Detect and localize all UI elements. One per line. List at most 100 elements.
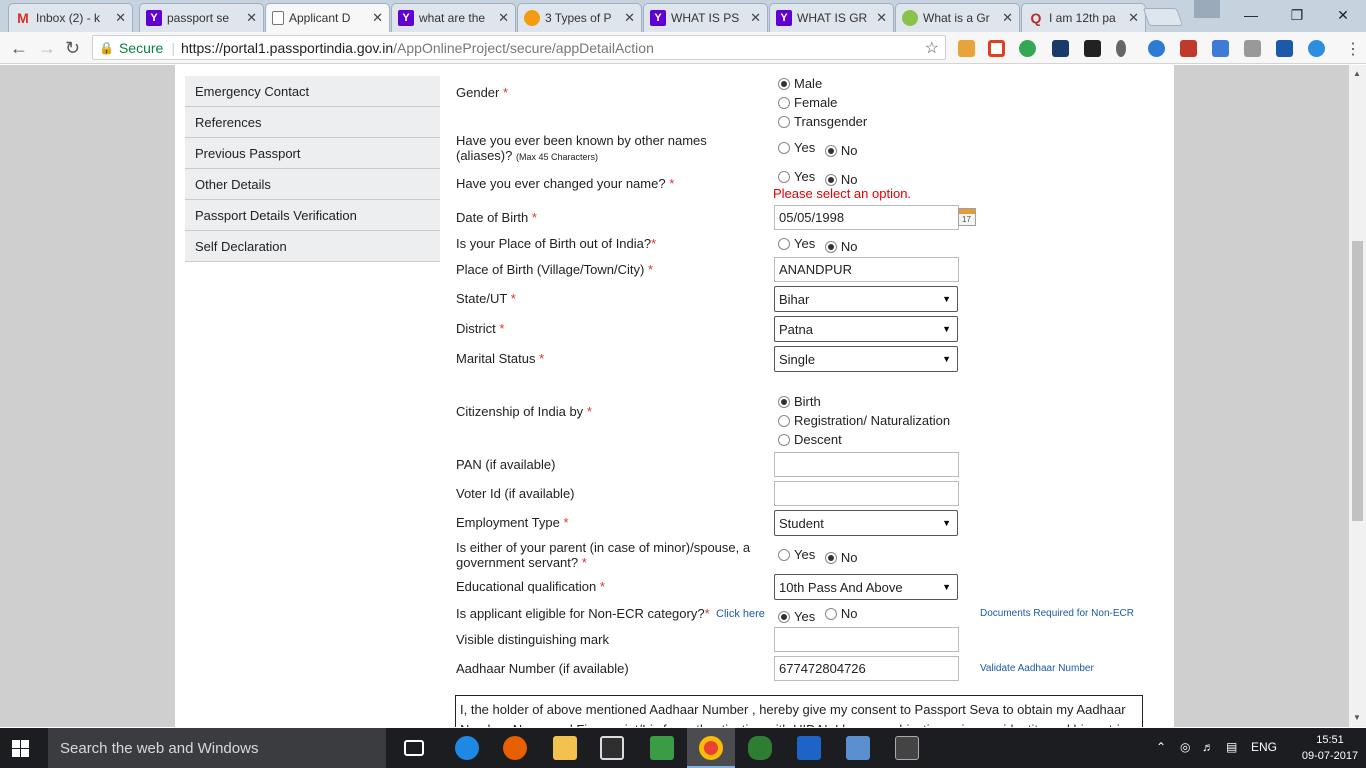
reload-icon[interactable]: ↻: [65, 38, 80, 59]
radio-button[interactable]: [778, 610, 790, 623]
education-select[interactable]: 10th Pass And Above ▼: [774, 574, 958, 600]
pob-out-yes[interactable]: Yes: [778, 236, 815, 251]
tab-quora[interactable]: Q I am 12th pa ✕: [1021, 3, 1146, 32]
page-scrollbar[interactable]: ▲ ▼: [1349, 65, 1366, 727]
close-icon[interactable]: ✕: [498, 10, 509, 26]
radio-button[interactable]: [824, 551, 837, 564]
non-ecr-yes[interactable]: Yes: [778, 609, 815, 624]
citizenship-option-descent[interactable]: Descent: [778, 430, 950, 449]
restore-button[interactable]: ❐: [1274, 0, 1320, 30]
dob-input[interactable]: 05/05/1998: [774, 205, 959, 230]
radio-button[interactable]: [778, 414, 790, 427]
wifi-icon[interactable]: ◎: [1180, 740, 1190, 754]
volume-icon[interactable]: ♬: [1202, 740, 1214, 754]
chevron-up-icon[interactable]: ⌃: [1156, 740, 1166, 754]
language-indicator[interactable]: ENG: [1251, 740, 1277, 754]
non-ecr-click-here-link[interactable]: Click here: [716, 608, 765, 620]
taskbar-search[interactable]: Search the web and Windows: [48, 728, 386, 768]
extension-icon[interactable]: [1084, 40, 1101, 57]
radio-button[interactable]: [824, 240, 837, 253]
marital-select[interactable]: Single ▼: [774, 346, 958, 372]
tab-yahoo-passport[interactable]: Y passport se ✕: [139, 3, 264, 32]
close-icon[interactable]: ✕: [624, 10, 635, 26]
validate-aadhaar-link[interactable]: Validate Aadhaar Number: [980, 663, 1094, 674]
new-tab-button[interactable]: [1142, 8, 1184, 26]
app-icon[interactable]: [748, 736, 772, 760]
windows-start-icon[interactable]: [12, 740, 29, 757]
app-icon[interactable]: [895, 736, 919, 760]
tab-yahoo-what-is-gr[interactable]: Y WHAT IS GR ✕: [769, 3, 894, 32]
close-icon[interactable]: ✕: [750, 10, 761, 26]
tab-types-of-passport[interactable]: 3 Types of P ✕: [517, 3, 642, 32]
profile-button[interactable]: [1194, 0, 1220, 18]
menu-icon[interactable]: ⋮: [1345, 39, 1361, 59]
tab-yahoo-what-are[interactable]: Y what are the ✕: [391, 3, 516, 32]
extension-icon[interactable]: [1148, 40, 1165, 57]
close-window-button[interactable]: ✕: [1320, 0, 1366, 30]
sidebar-item-other-details[interactable]: Other Details: [185, 169, 440, 200]
gender-option-male[interactable]: Male: [778, 74, 867, 93]
close-icon[interactable]: ✕: [876, 10, 887, 26]
govt-servant-yes[interactable]: Yes: [778, 547, 815, 562]
close-icon[interactable]: ✕: [1128, 10, 1139, 26]
bookmark-star-icon[interactable]: ☆: [925, 38, 939, 58]
sidebar-item-references[interactable]: References: [185, 107, 440, 138]
employment-select[interactable]: Student ▼: [774, 510, 958, 536]
radio-button[interactable]: [824, 144, 837, 157]
sidebar-item-emergency-contact[interactable]: Emergency Contact: [185, 76, 440, 107]
gender-option-transgender[interactable]: Transgender: [778, 112, 867, 131]
radio-button[interactable]: [778, 96, 790, 109]
voter-input[interactable]: [774, 481, 959, 506]
extension-icon[interactable]: [1052, 40, 1069, 57]
task-view-icon[interactable]: [404, 740, 424, 756]
non-ecr-documents-link[interactable]: Documents Required for Non-ECR: [980, 608, 1134, 619]
forward-icon[interactable]: →: [38, 38, 56, 59]
scroll-thumb[interactable]: [1352, 241, 1363, 521]
extension-icon[interactable]: [1180, 40, 1197, 57]
aliases-yes[interactable]: Yes: [778, 140, 815, 155]
minimize-button[interactable]: —: [1228, 0, 1274, 30]
radio-button[interactable]: [778, 115, 790, 128]
close-icon[interactable]: ✕: [1002, 10, 1013, 26]
pob-out-no[interactable]: No: [824, 239, 857, 254]
citizenship-option-registration[interactable]: Registration/ Naturalization: [778, 411, 950, 430]
notes-app-icon[interactable]: [650, 736, 674, 760]
state-select[interactable]: Bihar ▼: [774, 286, 958, 312]
radio-button[interactable]: [778, 433, 790, 446]
firefox-icon[interactable]: [503, 736, 527, 760]
pan-input[interactable]: [774, 452, 959, 477]
radio-button[interactable]: [778, 77, 790, 90]
store-icon[interactable]: [600, 736, 624, 760]
calendar-icon[interactable]: 17: [958, 208, 976, 226]
pob-input[interactable]: ANANDPUR: [774, 257, 959, 282]
app-icon[interactable]: [797, 736, 821, 760]
radio-button[interactable]: [824, 173, 837, 186]
radio-button[interactable]: [824, 607, 837, 620]
radio-button[interactable]: [778, 395, 790, 408]
non-ecr-no[interactable]: No: [824, 606, 857, 621]
tab-gmail[interactable]: M Inbox (2) - k ✕: [8, 3, 133, 32]
extension-icon[interactable]: [1244, 40, 1261, 57]
scroll-up-icon[interactable]: ▲: [1353, 69, 1361, 78]
changed-name-no[interactable]: No: [824, 172, 857, 187]
tab-yahoo-what-is-ps[interactable]: Y WHAT IS PS ✕: [643, 3, 768, 32]
address-bar[interactable]: 🔒 Secure | https://portal1.passportindia…: [92, 35, 946, 60]
back-icon[interactable]: ←: [10, 38, 28, 59]
citizenship-option-birth[interactable]: Birth: [778, 392, 950, 411]
tab-what-is-a-gr[interactable]: What is a Gr ✕: [895, 3, 1020, 32]
extension-icon[interactable]: [1308, 40, 1325, 57]
clock[interactable]: 15:51 09-07-2017: [1300, 732, 1360, 764]
extension-icon[interactable]: [1019, 40, 1036, 57]
photos-icon[interactable]: [846, 736, 870, 760]
aliases-no[interactable]: No: [824, 143, 857, 158]
chrome-taskbar-button[interactable]: [687, 728, 735, 768]
edge-icon[interactable]: [455, 736, 479, 760]
extension-icon[interactable]: [1212, 40, 1229, 57]
extension-icon[interactable]: [988, 40, 1005, 57]
changed-name-yes[interactable]: Yes: [778, 169, 815, 184]
close-icon[interactable]: ✕: [246, 10, 257, 26]
radio-button[interactable]: [778, 548, 790, 561]
sidebar-item-passport-details-verification[interactable]: Passport Details Verification: [185, 200, 440, 231]
mark-input[interactable]: [774, 627, 959, 652]
sidebar-item-previous-passport[interactable]: Previous Passport: [185, 138, 440, 169]
